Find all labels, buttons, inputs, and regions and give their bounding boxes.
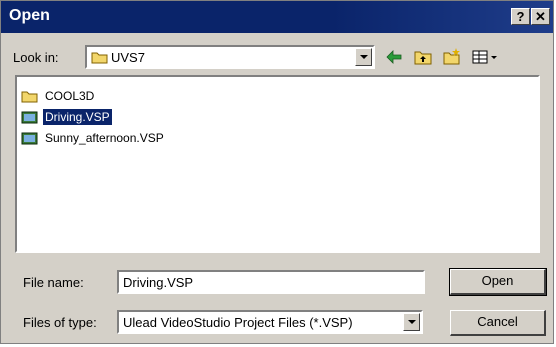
title-bar[interactable]: Open ? ✕	[1, 1, 553, 33]
file-list[interactable]: COOL3D Driving.VSP Sunny_afternoon.VSP	[15, 75, 540, 253]
file-name: Sunny_afternoon.VSP	[45, 131, 164, 145]
chevron-down-icon[interactable]	[355, 48, 372, 66]
filetype-label: Files of type:	[23, 315, 97, 330]
open-dialog: Open ? ✕ Look in: UVS7 COOL3D Driving.VS…	[0, 0, 554, 344]
new-folder-icon[interactable]	[442, 47, 462, 67]
video-project-icon	[21, 111, 38, 124]
back-arrow-icon[interactable]	[384, 47, 404, 67]
window-title: Open	[9, 7, 50, 24]
lookin-value: UVS7	[111, 50, 145, 65]
folder-icon	[91, 52, 108, 64]
close-button[interactable]: ✕	[531, 8, 550, 25]
filename-input[interactable]: Driving.VSP	[117, 270, 425, 294]
lookin-dropdown[interactable]: UVS7	[85, 45, 375, 69]
folder-icon	[21, 91, 38, 103]
filename-label: File name:	[23, 275, 84, 290]
filetype-value: Ulead VideoStudio Project Files (*.VSP)	[123, 315, 353, 330]
lookin-label: Look in:	[13, 50, 59, 65]
file-name: Driving.VSP	[43, 109, 112, 125]
file-name: COOL3D	[45, 89, 95, 103]
video-project-icon	[21, 132, 38, 145]
view-menu-icon[interactable]	[471, 47, 501, 67]
up-folder-icon[interactable]	[413, 47, 433, 67]
open-button[interactable]: Open	[449, 268, 547, 296]
filename-value: Driving.VSP	[123, 275, 194, 290]
chevron-down-icon[interactable]	[403, 313, 420, 331]
help-button[interactable]: ?	[511, 8, 530, 25]
cancel-button[interactable]: Cancel	[450, 310, 546, 336]
filetype-dropdown[interactable]: Ulead VideoStudio Project Files (*.VSP)	[117, 310, 423, 334]
